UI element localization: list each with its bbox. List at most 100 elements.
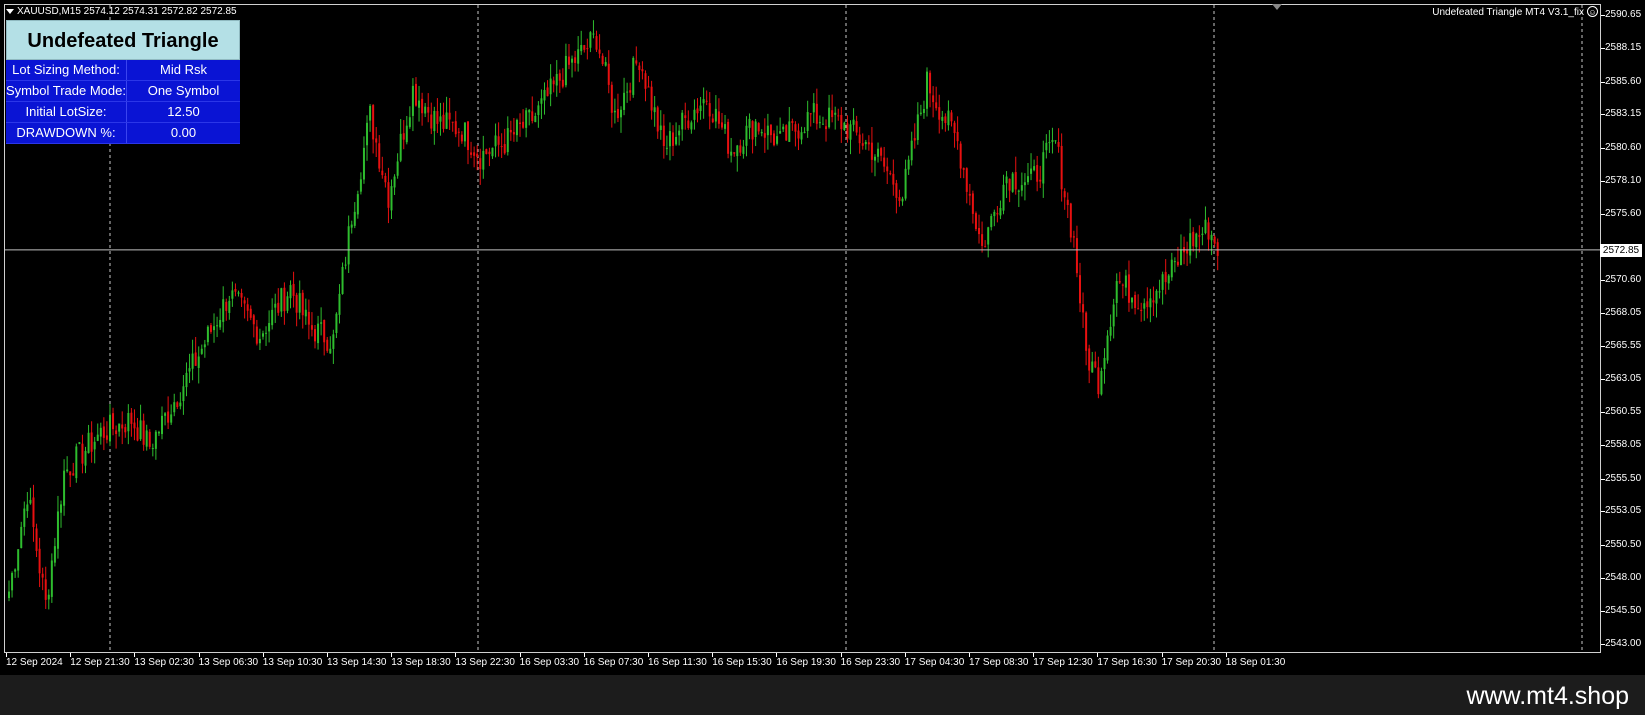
bear-candle — [1039, 179, 1042, 182]
bull-candle — [812, 103, 815, 113]
bull-candle — [369, 105, 372, 121]
bear-candle — [381, 170, 384, 176]
time-axis-tick — [455, 653, 457, 657]
bear-candle — [451, 121, 454, 123]
price-axis-tick — [1601, 412, 1605, 414]
candlestick-chart[interactable] — [0, 0, 1645, 675]
bear-candle — [837, 115, 840, 117]
bull-candle — [108, 414, 111, 442]
time-axis-tick — [1097, 653, 1099, 657]
price-axis-label: 2575.60 — [1605, 207, 1642, 219]
bull-candle — [577, 49, 580, 64]
bull-candle — [877, 148, 880, 157]
bull-candle — [1201, 233, 1204, 236]
bull-candle — [332, 334, 335, 349]
bear-candle — [473, 152, 476, 156]
chart-menu-triangle-icon[interactable] — [6, 8, 14, 14]
bear-candle — [252, 315, 255, 325]
bull-candle — [53, 546, 56, 563]
bear-candle — [733, 152, 736, 154]
bear-candle — [519, 122, 522, 124]
bear-candle — [552, 80, 555, 85]
bear-candle — [41, 573, 44, 578]
bull-candle — [1103, 357, 1106, 370]
bull-candle — [1170, 259, 1173, 278]
time-axis-label: 18 Sep 01:30 — [1225, 657, 1286, 668]
price-axis-tick — [1601, 379, 1605, 381]
bull-candle — [1048, 142, 1051, 144]
bull-candle — [335, 313, 338, 334]
bull-candle — [632, 58, 635, 95]
bear-candle — [295, 294, 298, 313]
bear-candle — [1121, 284, 1124, 286]
bull-candle — [258, 338, 261, 344]
bear-candle — [1176, 261, 1179, 266]
time-axis-tick — [134, 653, 136, 657]
price-axis-tick — [1601, 81, 1605, 83]
bear-candle — [234, 288, 237, 292]
bear-candle — [1097, 367, 1100, 395]
bear-candle — [1066, 199, 1069, 205]
bull-candle — [154, 431, 157, 449]
bull-candle — [206, 326, 209, 343]
chart-window[interactable]: XAUUSD,M15 2574.12 2574.31 2572.82 2572.… — [0, 0, 1645, 675]
bull-candle — [843, 122, 846, 131]
time-axis-label: 16 Sep 07:30 — [583, 657, 644, 668]
bear-candle — [130, 412, 133, 424]
bull-candle — [29, 499, 32, 504]
price-axis-tick — [1601, 313, 1605, 315]
bull-candle — [1030, 168, 1033, 174]
bear-candle — [485, 149, 488, 154]
bull-candle — [702, 99, 705, 104]
bull-candle — [298, 293, 301, 313]
expert-smiley-icon[interactable]: ☺ — [1587, 6, 1598, 17]
bear-candle — [1192, 231, 1195, 247]
bull-candle — [1131, 297, 1134, 303]
chart-shift-marker-icon[interactable] — [1272, 4, 1282, 10]
bear-candle — [846, 123, 849, 139]
bull-candle — [20, 526, 23, 548]
bear-candle — [142, 420, 145, 445]
bear-candle — [512, 132, 515, 135]
bear-candle — [610, 84, 613, 113]
bull-candle — [1042, 152, 1045, 184]
bear-candle — [90, 432, 93, 452]
bear-candle — [326, 339, 329, 351]
bull-candle — [60, 504, 63, 513]
bear-candle — [558, 73, 561, 81]
bull-candle — [84, 450, 87, 466]
bull-candle — [1020, 185, 1023, 191]
bull-candle — [678, 130, 681, 136]
bear-candle — [246, 304, 249, 311]
time-axis-label: 16 Sep 03:30 — [519, 657, 580, 668]
bear-candle — [971, 193, 974, 214]
bear-candle — [1146, 301, 1149, 308]
price-axis-tick — [1601, 14, 1605, 16]
time-axis-label: 13 Sep 22:30 — [455, 657, 515, 668]
bull-candle — [289, 285, 292, 299]
bear-candle — [739, 145, 742, 153]
bear-candle — [763, 133, 766, 138]
bull-candle — [237, 292, 240, 294]
bear-candle — [148, 431, 151, 447]
time-axis-tick — [327, 653, 328, 657]
bear-candle — [1152, 300, 1155, 303]
bear-candle — [583, 45, 586, 50]
bull-candle — [668, 131, 671, 147]
bear-candle — [421, 98, 424, 114]
bear-candle — [69, 471, 72, 476]
bear-candle — [647, 86, 650, 88]
bear-candle — [448, 112, 451, 120]
bear-candle — [1014, 172, 1017, 190]
bull-candle — [11, 572, 14, 591]
bear-candle — [136, 427, 139, 441]
time-axis-label: 13 Sep 14:30 — [327, 657, 387, 668]
bear-candle — [656, 107, 659, 132]
bear-candle — [996, 213, 999, 215]
bull-candle — [418, 100, 421, 108]
bull-candle — [445, 112, 448, 129]
bull-candle — [317, 323, 320, 344]
bull-candle — [873, 156, 876, 161]
bull-candle — [411, 85, 414, 116]
time-axis-tick — [1033, 653, 1035, 657]
